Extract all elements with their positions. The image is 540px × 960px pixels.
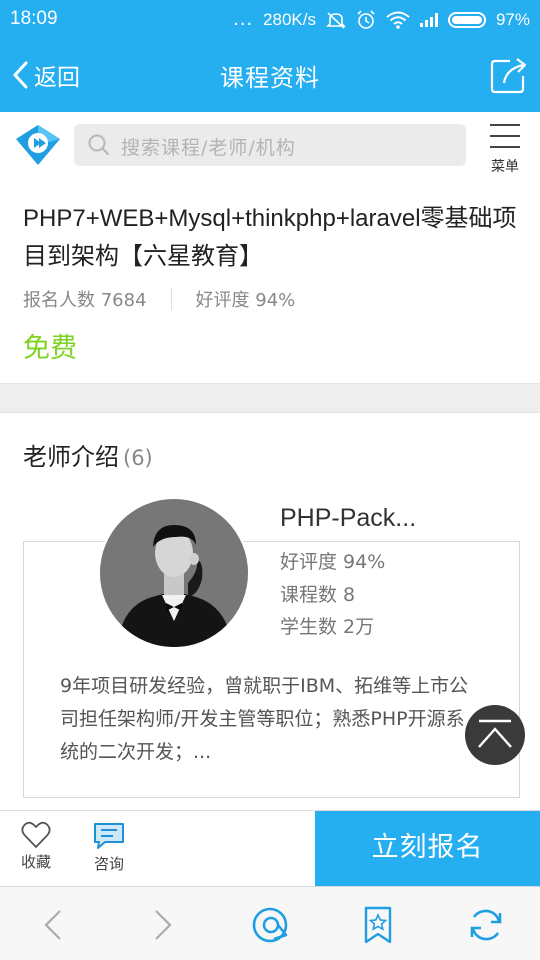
alarm-icon	[357, 9, 375, 29]
nav-bar: 返回 课程资料	[0, 38, 540, 112]
teachers-heading-label: 老师介绍	[23, 443, 119, 471]
battery-icon	[447, 11, 486, 28]
search-input[interactable]: 搜索课程/老师/机构	[74, 124, 466, 166]
share-icon[interactable]	[490, 56, 528, 94]
teachers-count: (6)	[123, 446, 153, 470]
scroll-up-icon	[478, 719, 512, 748]
search-row: 搜索课程/老师/机构 菜单	[0, 112, 540, 184]
browser-back-icon[interactable]	[34, 905, 74, 945]
heart-icon	[21, 821, 51, 848]
browser-refresh-icon[interactable]	[466, 905, 506, 945]
teacher-rating: 好评度 94%	[280, 551, 386, 573]
browser-bar	[0, 886, 540, 960]
network-speed: 280K/s	[263, 9, 316, 29]
browser-bookmark-icon[interactable]	[358, 905, 398, 945]
status-icons: ... 280K/s 97%	[233, 8, 530, 31]
signal-icon	[419, 12, 438, 27]
status-bar: 18:09 ... 280K/s 97%	[0, 0, 540, 38]
browser-home-icon[interactable]	[250, 905, 290, 945]
search-placeholder: 搜索课程/老师/机构	[121, 137, 296, 159]
page-title: 课程资料	[220, 64, 320, 92]
teacher-avatar[interactable]	[98, 497, 250, 649]
teacher-student-count: 学生数 2万	[280, 616, 375, 638]
menu-button[interactable]: 菜单	[486, 124, 524, 180]
chat-icon	[94, 823, 124, 849]
course-price: 免费	[23, 333, 77, 364]
course-stats: 报名人数 7684 好评度 94%	[23, 286, 295, 312]
course-rating: 好评度 94%	[195, 290, 296, 311]
enroll-button[interactable]: 立刻报名	[315, 811, 540, 887]
app-logo-icon[interactable]	[14, 123, 62, 167]
action-bar: 收藏 咨询 立刻报名	[0, 810, 540, 887]
teacher-description: 9年项目研发经验，曾就职于IBM、拓维等上市公司担任架构师/开发主管等职位；熟悉…	[60, 675, 469, 763]
teacher-name[interactable]: PHP-Pack...	[280, 504, 416, 533]
consult-button[interactable]: 咨询	[87, 821, 131, 874]
enrolled-count: 报名人数 7684	[23, 290, 147, 311]
scroll-to-top-button[interactable]	[465, 705, 525, 765]
wifi-icon	[386, 11, 410, 29]
teacher-photo	[100, 499, 248, 647]
teachers-heading: 老师介绍 (6)	[23, 437, 153, 472]
teacher-course-count: 课程数 8	[280, 584, 356, 606]
favorite-label: 收藏	[20, 853, 51, 871]
stats-divider	[170, 288, 172, 310]
menu-icon	[486, 124, 524, 148]
consult-label: 咨询	[93, 855, 124, 873]
notification-dots: ...	[233, 8, 254, 30]
status-time: 18:09	[10, 8, 58, 29]
battery-percent: 97%	[495, 9, 530, 29]
section-divider	[0, 383, 540, 413]
mute-icon	[326, 11, 346, 29]
favorite-button[interactable]: 收藏	[14, 821, 58, 872]
search-icon	[88, 134, 110, 156]
menu-label: 菜单	[491, 159, 519, 175]
course-title: PHP7+WEB+Mysql+thinkphp+laravel零基础项目到架构【…	[23, 205, 517, 270]
browser-forward-icon[interactable]	[142, 905, 182, 945]
